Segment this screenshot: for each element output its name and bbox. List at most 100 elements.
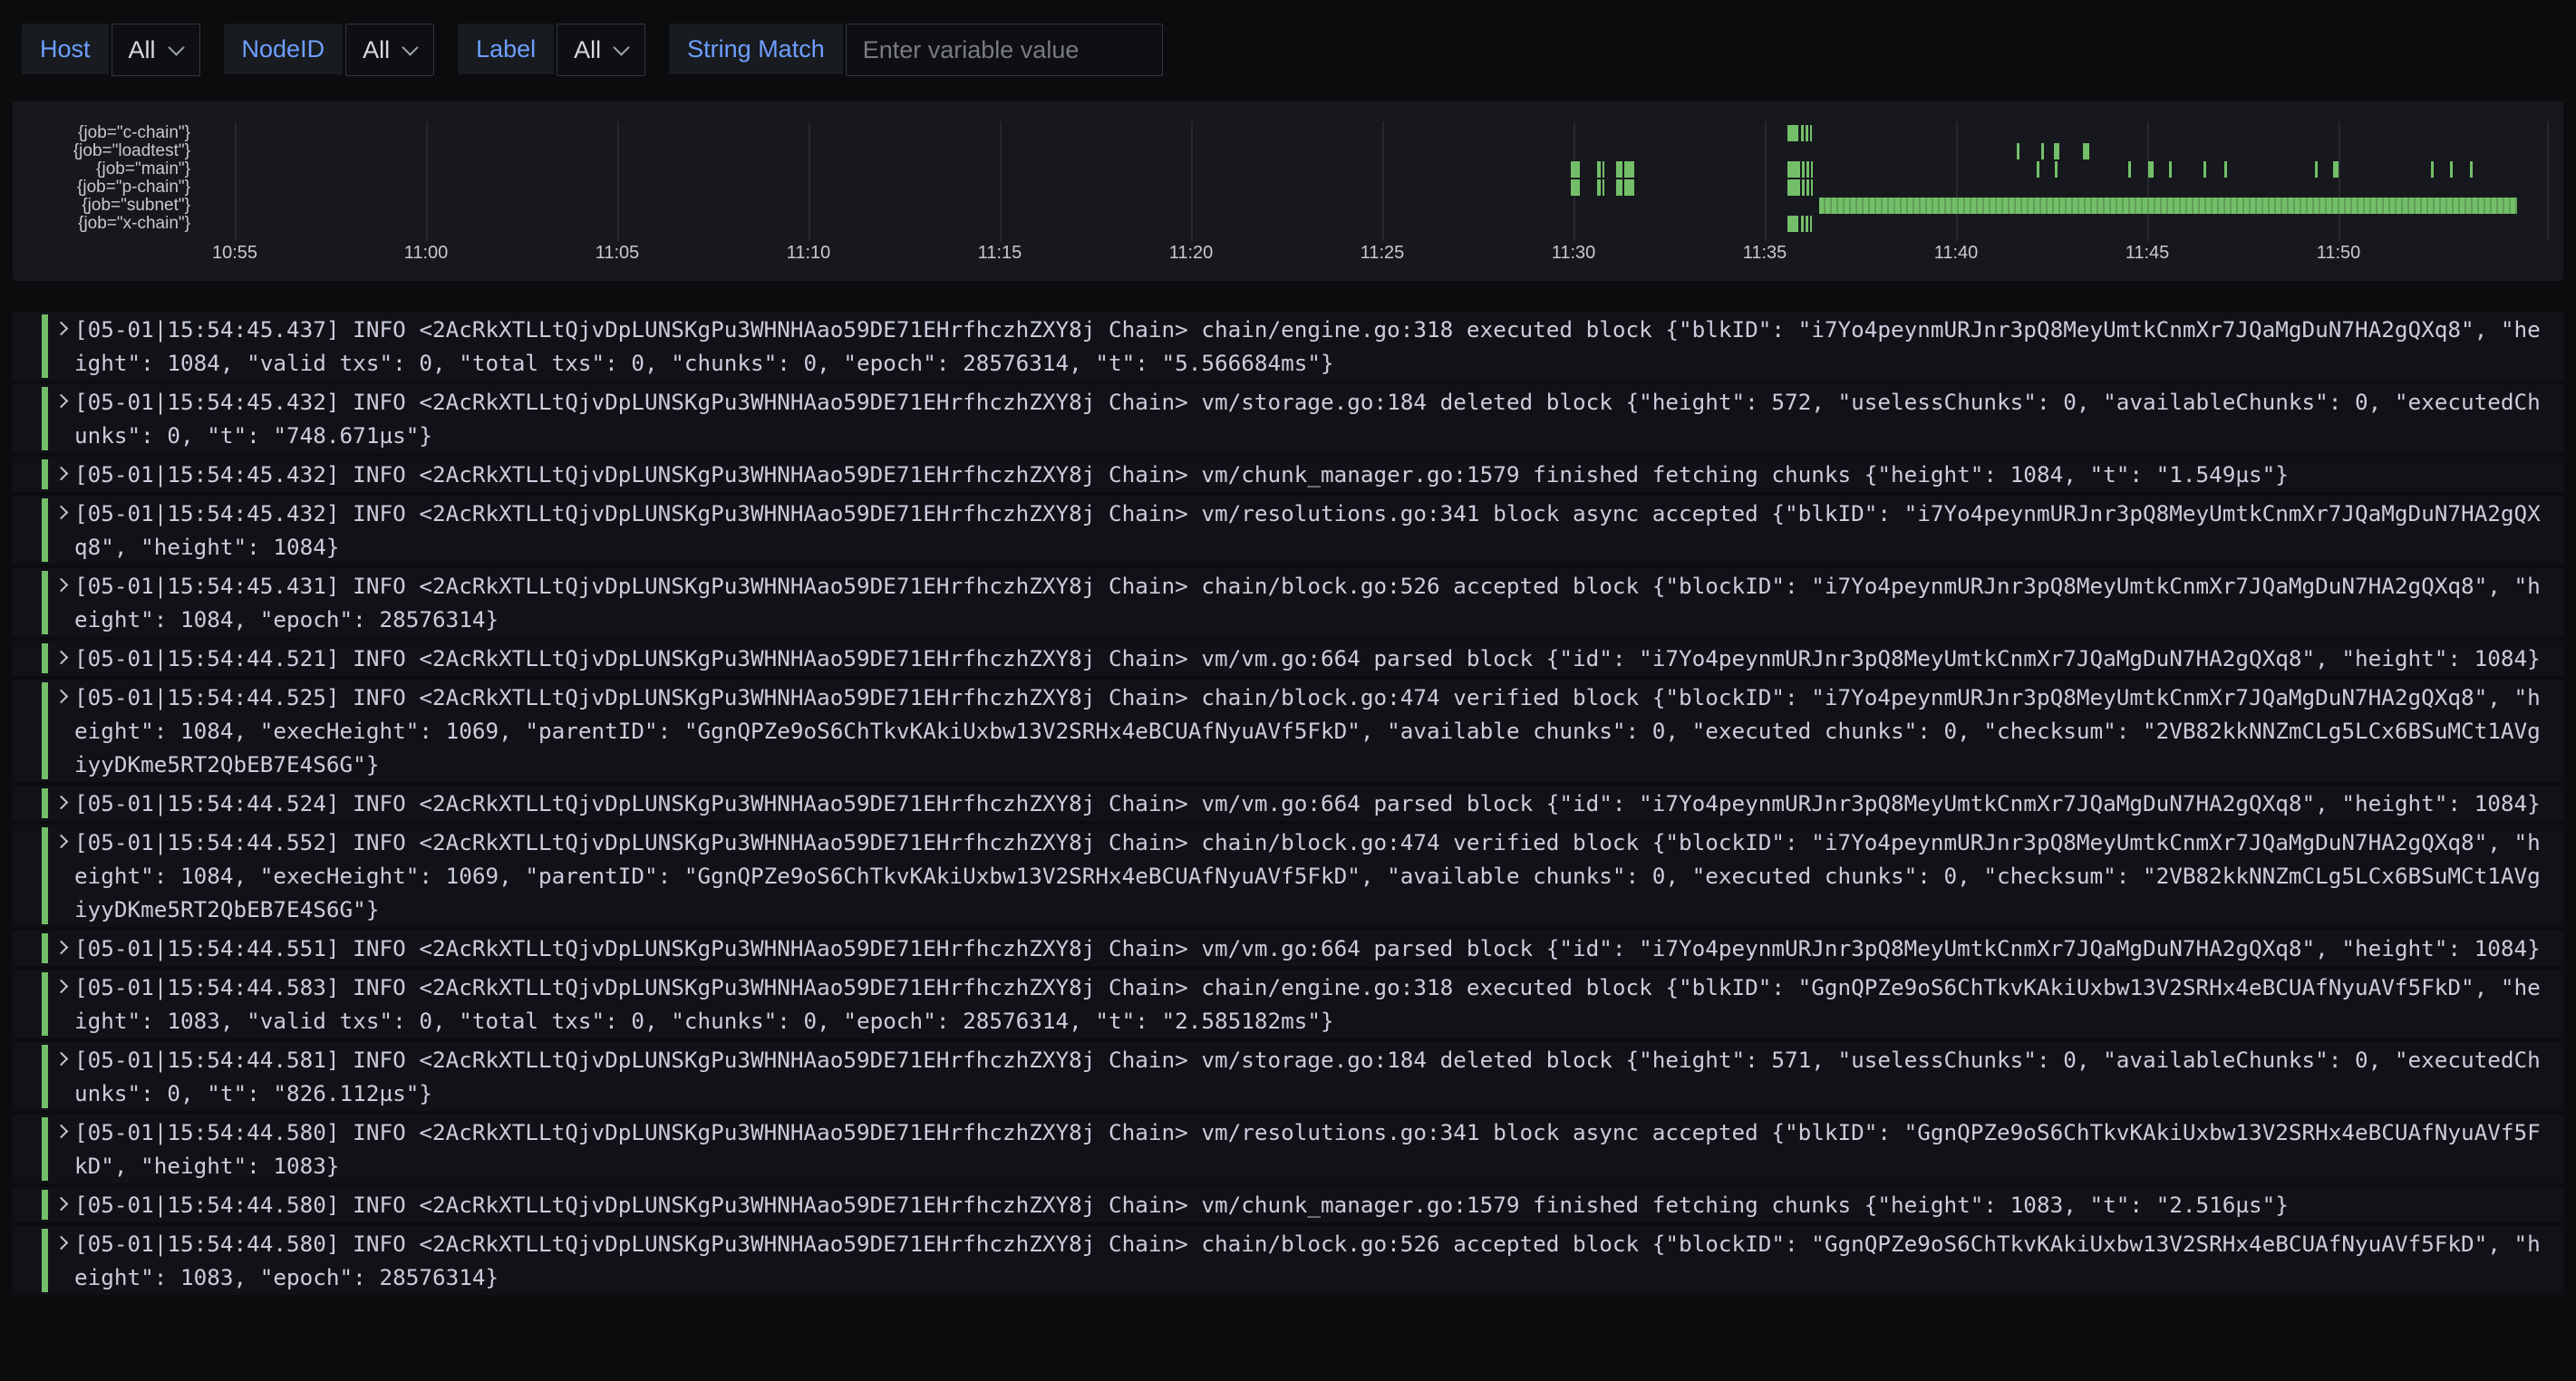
chevron-right-icon[interactable]: [54, 394, 69, 409]
log-line-text: [05-01|15:54:44.525] INFO <2AcRkXTLLtQjv…: [74, 684, 2541, 777]
variable-nodeid-dropdown[interactable]: All: [345, 24, 434, 76]
log-volume-mark: [2333, 161, 2339, 178]
log-volume-mark: [1624, 179, 1634, 196]
log-line-text: [05-01|15:54:44.552] INFO <2AcRkXTLLtQjv…: [74, 829, 2541, 922]
log-row[interactable]: [05-01|15:54:44.581] INFO <2AcRkXTLLtQjv…: [13, 1042, 2563, 1111]
log-line-text: [05-01|15:54:44.580] INFO <2AcRkXTLLtQjv…: [74, 1192, 2289, 1218]
log-volume-mark: [1810, 216, 1812, 232]
time-axis-tick: 11:25: [1361, 243, 1405, 264]
chevron-right-icon[interactable]: [54, 578, 69, 593]
chevron-right-icon[interactable]: [54, 1236, 69, 1251]
job-series-label: {job="c-chain"}: [13, 124, 190, 142]
log-line-text: [05-01|15:54:45.431] INFO <2AcRkXTLLtQjv…: [74, 573, 2541, 633]
log-line-text: [05-01|15:54:44.580] INFO <2AcRkXTLLtQjv…: [74, 1231, 2541, 1290]
chevron-right-icon[interactable]: [54, 690, 69, 704]
log-line-text: [05-01|15:54:44.580] INFO <2AcRkXTLLtQjv…: [74, 1119, 2541, 1179]
gridline: [1765, 121, 1767, 241]
log-volume-mark: [2148, 161, 2154, 178]
log-volume-mark: [2169, 161, 2172, 178]
log-volume-mark: [1801, 216, 1804, 232]
log-volume-mark: [1806, 125, 1808, 141]
log-row[interactable]: [05-01|15:54:44.552] INFO <2AcRkXTLLtQjv…: [13, 825, 2563, 927]
log-row[interactable]: [05-01|15:54:44.524] INFO <2AcRkXTLLtQjv…: [13, 786, 2563, 821]
time-axis-tick: 11:45: [2126, 243, 2170, 264]
log-volume-mark: [1571, 161, 1580, 178]
log-row[interactable]: [05-01|15:54:45.431] INFO <2AcRkXTLLtQjv…: [13, 568, 2563, 637]
time-axis-tick: 10:55: [212, 243, 257, 264]
log-volume-mark: [1810, 125, 1812, 141]
chevron-right-icon[interactable]: [54, 506, 69, 520]
log-volume-mark: [2041, 143, 2044, 159]
logs-panel: [05-01|15:54:45.437] INFO <2AcRkXTLLtQjv…: [13, 312, 2563, 1295]
gridline: [617, 121, 619, 241]
log-volume-mark: [1787, 125, 1798, 141]
log-line-text: [05-01|15:54:44.524] INFO <2AcRkXTLLtQjv…: [74, 790, 2541, 816]
log-volume-mark: [2017, 143, 2019, 159]
job-series-label: {job="x-chain"}: [13, 215, 190, 233]
chevron-right-icon[interactable]: [54, 941, 69, 955]
gridline: [1956, 121, 1958, 241]
time-axis-tick: 11:40: [1934, 243, 1979, 264]
time-axis-tick: 11:15: [978, 243, 1022, 264]
chevron-right-icon[interactable]: [54, 796, 69, 810]
chevron-down-icon: [402, 39, 418, 55]
log-volume-mark: [1624, 161, 1634, 178]
log-row[interactable]: [05-01|15:54:45.432] INFO <2AcRkXTLLtQjv…: [13, 496, 2563, 565]
gridline: [809, 121, 810, 241]
variable-host-label: Host: [22, 24, 109, 74]
variable-nodeid-group: NodeIDAll: [224, 24, 435, 76]
log-volume-mark: [1787, 179, 1800, 196]
log-row[interactable]: [05-01|15:54:44.525] INFO <2AcRkXTLLtQjv…: [13, 680, 2563, 782]
log-volume-mark: [1597, 179, 1601, 196]
log-volume-mark: [2431, 161, 2434, 178]
gridline: [1000, 121, 1002, 241]
log-volume-mark: [2470, 161, 2473, 178]
log-volume-mark: [1603, 179, 1604, 196]
gridline: [2547, 121, 2549, 241]
log-line-text: [05-01|15:54:44.581] INFO <2AcRkXTLLtQjv…: [74, 1047, 2541, 1106]
chevron-down-icon: [168, 39, 184, 55]
log-row[interactable]: [05-01|15:54:44.580] INFO <2AcRkXTLLtQjv…: [13, 1115, 2563, 1183]
chevron-right-icon[interactable]: [54, 835, 69, 849]
gridline: [426, 121, 428, 241]
log-row[interactable]: [05-01|15:54:44.580] INFO <2AcRkXTLLtQjv…: [13, 1187, 2563, 1222]
gridline: [1382, 121, 1384, 241]
job-series-label: {job="loadtest"}: [13, 142, 190, 160]
string-match-label: String Match: [669, 24, 843, 74]
gridline: [235, 121, 237, 241]
chevron-right-icon[interactable]: [54, 322, 69, 336]
chevron-right-icon[interactable]: [54, 467, 69, 481]
log-volume-mark: [1597, 161, 1601, 178]
log-row[interactable]: [05-01|15:54:44.580] INFO <2AcRkXTLLtQjv…: [13, 1226, 2563, 1295]
log-volume-mark: [1801, 125, 1804, 141]
log-volume-mark: [2203, 161, 2206, 178]
chevron-right-icon[interactable]: [54, 1125, 69, 1139]
log-line-text: [05-01|15:54:45.432] INFO <2AcRkXTLLtQjv…: [74, 461, 2289, 488]
string-match-input[interactable]: [846, 24, 1163, 76]
log-volume-mark: [1811, 161, 1813, 178]
chevron-down-icon: [613, 39, 629, 55]
variable-label-dropdown[interactable]: All: [557, 24, 645, 76]
log-volume-bar: [1819, 198, 2517, 214]
log-row[interactable]: [05-01|15:54:45.437] INFO <2AcRkXTLLtQjv…: [13, 312, 2563, 381]
chevron-right-icon[interactable]: [54, 980, 69, 994]
variable-label-value: All: [574, 36, 601, 64]
variable-label-label: Label: [458, 24, 554, 74]
chevron-right-icon[interactable]: [54, 1197, 69, 1212]
log-row[interactable]: [05-01|15:54:44.521] INFO <2AcRkXTLLtQjv…: [13, 641, 2563, 676]
log-row[interactable]: [05-01|15:54:45.432] INFO <2AcRkXTLLtQjv…: [13, 384, 2563, 453]
log-volume-mark: [2128, 161, 2131, 178]
log-row[interactable]: [05-01|15:54:44.583] INFO <2AcRkXTLLtQjv…: [13, 970, 2563, 1038]
variable-nodeid-label: NodeID: [224, 24, 344, 74]
variable-host-value: All: [129, 36, 156, 64]
log-volume-mark: [1616, 161, 1622, 178]
log-volume-mark: [2083, 143, 2089, 159]
log-line-text: [05-01|15:54:44.583] INFO <2AcRkXTLLtQjv…: [74, 974, 2541, 1034]
chevron-right-icon[interactable]: [54, 1052, 69, 1067]
log-volume-mark: [1806, 179, 1809, 196]
log-row[interactable]: [05-01|15:54:44.551] INFO <2AcRkXTLLtQjv…: [13, 931, 2563, 966]
variable-host-dropdown[interactable]: All: [111, 24, 200, 76]
variables-toolbar: HostAllNodeIDAllLabelAll String Match: [0, 0, 2576, 83]
log-row[interactable]: [05-01|15:54:45.432] INFO <2AcRkXTLLtQjv…: [13, 457, 2563, 492]
chevron-right-icon[interactable]: [54, 651, 69, 665]
